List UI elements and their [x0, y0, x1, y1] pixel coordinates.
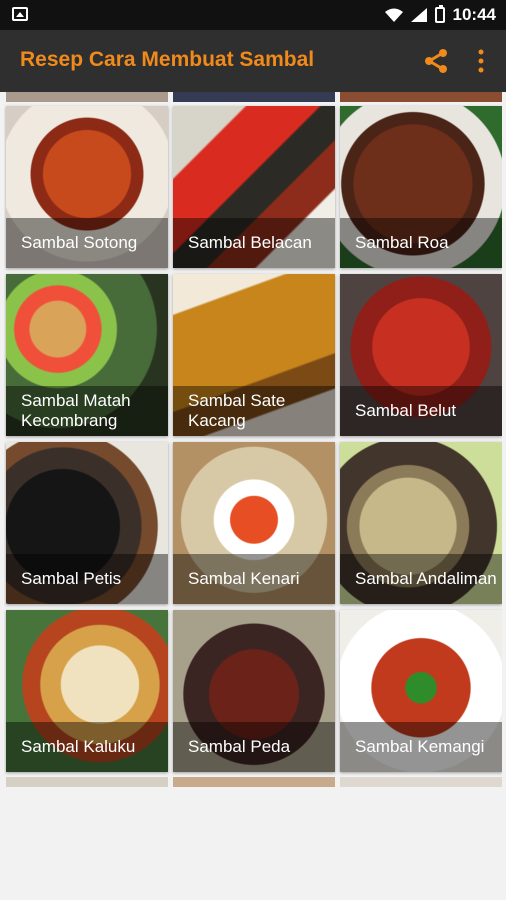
recipe-card[interactable]: Sambal Matah Kecombrang [6, 274, 168, 436]
recipe-caption: Sambal Belut [340, 386, 502, 436]
recipe-card[interactable]: Sambal Kaluku [6, 610, 168, 772]
partial-card-bottom-left [6, 777, 168, 787]
share-icon[interactable] [423, 48, 449, 74]
recipe-caption: Sambal Kaluku [6, 722, 168, 772]
recipe-caption: Sambal Kemangi [340, 722, 502, 772]
recipe-caption: Sambal Peda [173, 722, 335, 772]
recipe-caption: Sambal Kenari [173, 554, 335, 604]
recipe-title: Sambal Andaliman [355, 569, 497, 588]
partial-card-top-left [6, 92, 168, 102]
partial-card-top-middle [173, 92, 335, 102]
recipe-card[interactable]: Sambal Sate Kacang [173, 274, 335, 436]
recipe-card[interactable]: Sambal Roa [340, 106, 502, 268]
status-bar: 10:44 [0, 0, 506, 30]
wifi-icon [384, 8, 403, 22]
recipe-title: Sambal Belut [355, 401, 457, 420]
recipe-title: Sambal Matah Kecombrang [21, 391, 131, 430]
status-icons: 10:44 [384, 0, 496, 30]
more-options-icon[interactable] [474, 48, 488, 74]
recipe-card[interactable]: Sambal Andaliman [340, 442, 502, 604]
recipe-title: Sambal Sotong [21, 233, 138, 252]
recipe-title: Sambal Roa [355, 233, 449, 252]
partial-card-bottom-right [340, 777, 502, 787]
recipe-caption: Sambal Sate Kacang [173, 386, 335, 436]
app-title: Resep Cara Membuat Sambal [20, 48, 315, 71]
gallery-notification-icon [12, 7, 28, 21]
recipe-card[interactable]: Sambal Sotong [6, 106, 168, 268]
recipe-title: Sambal Kemangi [355, 737, 485, 756]
signal-icon [410, 8, 427, 22]
app-bar: Resep Cara Membuat Sambal [0, 30, 506, 92]
recipe-caption: Sambal Sotong [6, 218, 168, 268]
recipe-title: Sambal Peda [188, 737, 291, 756]
recipe-title: Sambal Petis [21, 569, 122, 588]
recipe-card[interactable]: Sambal Petis [6, 442, 168, 604]
recipe-caption: Sambal Andaliman [340, 554, 502, 604]
recipe-card[interactable]: Sambal Kemangi [340, 610, 502, 772]
recipe-title: Sambal Kenari [188, 569, 300, 588]
recipe-caption: Sambal Belacan [173, 218, 335, 268]
recipe-card[interactable]: Sambal Kenari [173, 442, 335, 604]
recipe-card[interactable]: Sambal Peda [173, 610, 335, 772]
recipe-card[interactable]: Sambal Belacan [173, 106, 335, 268]
partial-card-top-right [340, 92, 502, 102]
recipe-grid[interactable]: Sambal Sotong Sambal Belacan Sambal Roa … [4, 92, 502, 787]
recipe-title: Sambal Kaluku [21, 737, 136, 756]
recipe-card[interactable]: Sambal Belut [340, 274, 502, 436]
status-time: 10:44 [452, 5, 496, 24]
recipe-caption: Sambal Petis [6, 554, 168, 604]
recipe-caption: Sambal Roa [340, 218, 502, 268]
recipe-title: Sambal Belacan [188, 233, 312, 252]
partial-card-bottom-middle [173, 777, 335, 787]
recipe-title: Sambal Sate Kacang [188, 391, 286, 430]
battery-icon [434, 5, 445, 23]
recipe-caption: Sambal Matah Kecombrang [6, 386, 168, 436]
